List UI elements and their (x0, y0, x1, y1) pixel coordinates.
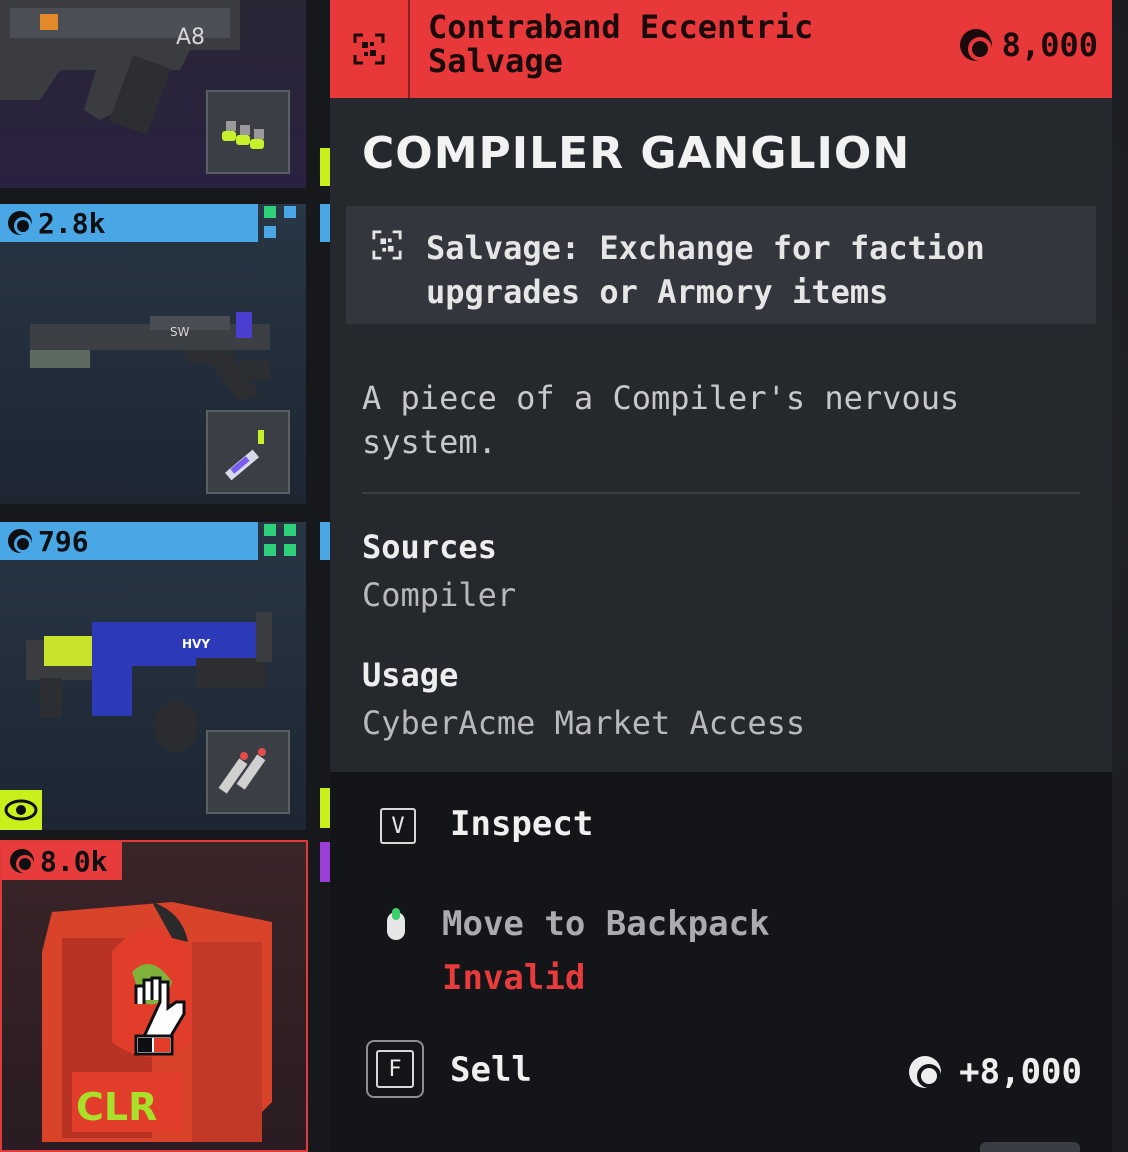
item-description: A piece of a Compiler's nervous system. (362, 379, 960, 461)
move-invalid-status: Invalid (442, 958, 586, 998)
inspect-label: Inspect (450, 804, 594, 844)
item-category-header: Contraband Eccentric Salvage 8,000 (330, 0, 1112, 98)
item-value-amount: 8,000 (1001, 26, 1098, 64)
item-actions: V Inspect Move to Backpack Invalid F Sel… (330, 772, 1112, 1152)
side-tab-accent (320, 842, 330, 882)
key-v-icon: V (380, 808, 416, 844)
sources-value: Compiler (362, 576, 517, 614)
side-tab-accent (320, 204, 330, 242)
ammo-type-box (206, 410, 290, 494)
mouse-icon (387, 908, 405, 940)
salvage-icon-cell (330, 0, 410, 98)
eye-icon (4, 799, 38, 821)
energy-cell-icon (224, 430, 264, 481)
side-tab-accent (320, 788, 330, 828)
inventory-slot-4-selected[interactable]: 8.0k CLR (0, 840, 308, 1152)
coin-icon (959, 29, 992, 61)
item-type-text: Salvage: Exchange for faction upgrades o… (426, 229, 985, 311)
item-name: COMPILER GANGLION (362, 128, 911, 179)
usage-label: Usage (362, 656, 459, 694)
next-action-partial (980, 1142, 1080, 1152)
bullets-icon (222, 121, 264, 149)
weapon-marking-sw: SW (170, 325, 190, 339)
move-to-backpack-action[interactable]: Move to Backpack Invalid (330, 892, 1112, 1012)
inventory-slot-1[interactable]: A8 (0, 0, 306, 188)
item-category-title: Contraband Eccentric Salvage (428, 8, 814, 80)
coin-icon (909, 1056, 942, 1088)
ammo-type-box (206, 90, 290, 174)
usage-value: CyberAcme Market Access (362, 704, 806, 742)
inventory-slot-2[interactable]: 2.8k SW (0, 204, 306, 504)
crate-marking-clr: CLR (76, 1085, 157, 1129)
section-divider (362, 492, 1080, 494)
inspect-action[interactable]: V Inspect (330, 792, 1112, 862)
item-detail-panel: Contraband Eccentric Salvage 8,000 COMPI… (330, 0, 1112, 1152)
inventory-slot-3[interactable]: 796 HVY (0, 522, 306, 830)
move-to-backpack-label: Move to Backpack (442, 904, 770, 944)
shotgun-shells-icon (218, 748, 266, 794)
side-tab-accent (320, 522, 330, 560)
item-type-box: Salvage: Exchange for faction upgrades o… (346, 206, 1096, 324)
ammo-type-box (206, 730, 290, 814)
sell-amount: +8,000 (909, 1052, 1082, 1092)
sell-label: Sell (450, 1050, 532, 1090)
weapon-marking-hvy: HVY (182, 637, 210, 651)
item-value: 8,000 (959, 26, 1098, 64)
game-inventory-screen: A8 2.8k SW 796 HVY 8.0k CLR Contraband E… (0, 0, 1128, 1152)
salvage-icon (353, 33, 385, 65)
side-tab-accent (320, 148, 330, 186)
hand-cursor-icon (133, 976, 186, 1056)
inventory-column: A8 2.8k SW 796 HVY 8.0k CLR (0, 0, 330, 1152)
sources-label: Sources (362, 528, 497, 566)
sell-amount-value: +8,000 (959, 1052, 1082, 1092)
watched-badge (0, 790, 42, 830)
salvage-icon (372, 230, 402, 260)
key-f-inner (376, 1050, 414, 1088)
weapon-marking-a8: A8 (176, 25, 205, 50)
